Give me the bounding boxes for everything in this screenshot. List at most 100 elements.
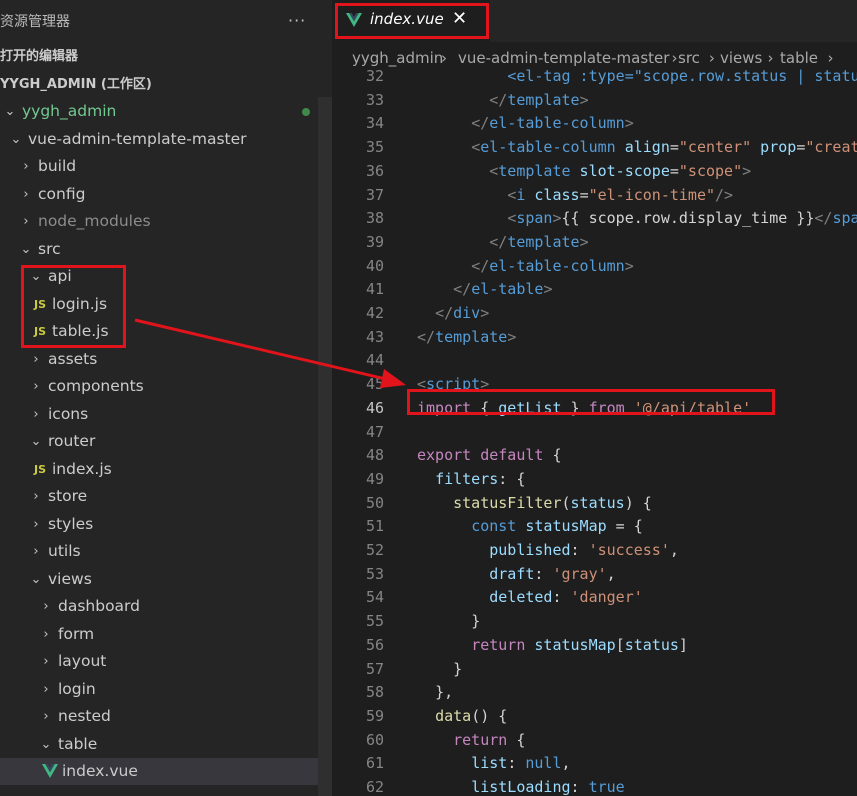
code-line: 48 export default { [332,443,857,467]
code-line: 55 } [332,609,857,633]
tree-item[interactable]: › layout [0,648,318,675]
tree-item-label: icons [48,404,89,423]
tree-item[interactable]: › styles [0,511,318,538]
git-status-dot [302,108,310,116]
code-text: <el-table-column align="center" prop="cr… [471,138,857,157]
tree-item[interactable]: › utils [0,538,318,565]
line-number: 58 [365,683,384,702]
tree-item-label: vue-admin-template-master [28,129,247,148]
tree-item[interactable]: JS index.js [0,456,318,483]
tree-item[interactable]: ⌄ table [0,731,318,758]
tree-item-label: assets [48,349,98,368]
code-line: 36 <template slot-scope="scope"> [332,159,857,183]
tree-item[interactable]: › node_modules [0,208,318,235]
chevron-right-icon: › [23,186,29,202]
code-text: filters: { [435,469,526,488]
chevron-right-icon: › [33,379,39,394]
chevron-right-icon: › [43,626,49,642]
more-actions-icon[interactable]: ··· [288,10,306,32]
chevron-right-icon: › [23,214,29,229]
tree-item-label: src [38,239,61,258]
line-number: 32 [365,67,384,85]
line-number: 43 [365,327,384,346]
line-number: 47 [365,422,384,441]
line-number: 56 [365,635,384,654]
line-number: 44 [365,351,384,370]
code-line: 33 </template> [332,88,857,112]
code-text: listLoading: true [471,778,625,796]
chevron-down-icon: ⌄ [40,736,52,752]
line-number: 49 [365,469,384,488]
code-line: 56 return statusMap[status] [332,633,857,657]
code-text: deleted: 'danger' [489,588,643,607]
tree-item[interactable]: › build [0,153,318,180]
line-number: 51 [365,517,384,536]
code-text: <i class="el-icon-time"/> [507,185,734,204]
tree-item-label: layout [58,652,107,670]
tree-item[interactable]: ⌄ router [0,428,318,455]
chevron-down-icon: ⌄ [4,104,16,119]
code-text: return statusMap[status] [471,635,688,654]
tree-item[interactable]: › assets [0,346,318,373]
code-line: 34 </el-table-column> [332,111,857,135]
tree-item[interactable]: › login [0,676,318,703]
line-number: 50 [365,493,384,512]
line-number: 40 [365,256,384,275]
tree-item[interactable]: ⌄ vue-admin-template-master [0,126,318,153]
code-line: 51 const statusMap = { [332,514,857,538]
code-line: 52 published: 'success', [332,538,857,562]
code-text: export default { [417,446,562,465]
tree-item[interactable]: › dashboard [0,593,318,620]
code-line: 59 data() { [332,704,857,728]
code-line: 58 }, [332,680,857,704]
code-view[interactable]: 32 <el-tag :type="scope.row.status | sta… [332,60,857,796]
tree-item[interactable]: › nested [0,703,318,730]
code-line: 41 </el-table> [332,277,857,301]
tree-item-label: views [48,569,92,588]
code-text: <el-tag :type="scope.row.status | status… [507,67,857,85]
line-number: 46 [365,398,384,417]
code-line: 43 </template> [332,325,857,349]
open-editors-header[interactable]: 打开的编辑器 [0,44,78,70]
line-number: 41 [365,280,384,299]
tree-item[interactable]: › form [0,621,318,648]
chevron-down-icon: ⌄ [30,571,42,587]
tree-item[interactable]: ⌄ views [0,566,318,593]
chevron-right-icon: › [43,599,49,614]
code-line: 62 listLoading: true [332,775,857,796]
explorer-sidebar: 资源管理器 ··· 打开的编辑器 YYGH_ADMIN (工作区) ⌄ yygh_… [0,0,332,796]
tree-item[interactable]: ⌄ src [0,236,318,263]
tree-item-label: config [38,184,86,203]
tree-item-label: components [48,377,144,395]
chevron-right-icon: › [23,159,29,174]
sidebar-scrollbar[interactable] [318,97,332,796]
tree-item-label: index.vue [62,762,138,780]
tree-item[interactable]: › components [0,373,318,400]
code-line: 38 <span>{{ scope.row.display_time }}</s… [332,206,857,230]
code-line: 37 <i class="el-icon-time"/> [332,183,857,207]
workspace-header[interactable]: YYGH_ADMIN (工作区) [0,72,152,98]
line-number: 37 [365,185,384,204]
tree-item[interactable]: › store [0,483,318,510]
tree-item[interactable]: › icons [0,401,318,428]
tree-item-label: node_modules [38,212,151,230]
code-text: } [471,612,481,631]
code-line: 53 draft: 'gray', [332,562,857,586]
code-line: 57 } [332,657,857,681]
line-number: 33 [365,90,384,109]
code-line: 42 </div> [332,301,857,325]
code-line: 49 filters: { [332,467,857,491]
tree-item-label: index.js [52,459,112,478]
tab-highlight-box [335,3,489,39]
tree-item[interactable]: › config [0,181,318,208]
chevron-right-icon: › [33,351,39,367]
tree-item[interactable]: ⌄ yygh_admin [0,98,318,125]
tree-item[interactable]: index.vue [0,758,318,785]
line-number: 60 [365,730,384,749]
line-number: 34 [365,114,384,133]
code-line: 60 return { [332,728,857,752]
import-line-highlight-box [407,389,775,415]
chevron-right-icon: › [33,516,39,532]
chevron-down-icon: ⌄ [20,241,32,257]
chevron-right-icon: › [33,544,39,559]
